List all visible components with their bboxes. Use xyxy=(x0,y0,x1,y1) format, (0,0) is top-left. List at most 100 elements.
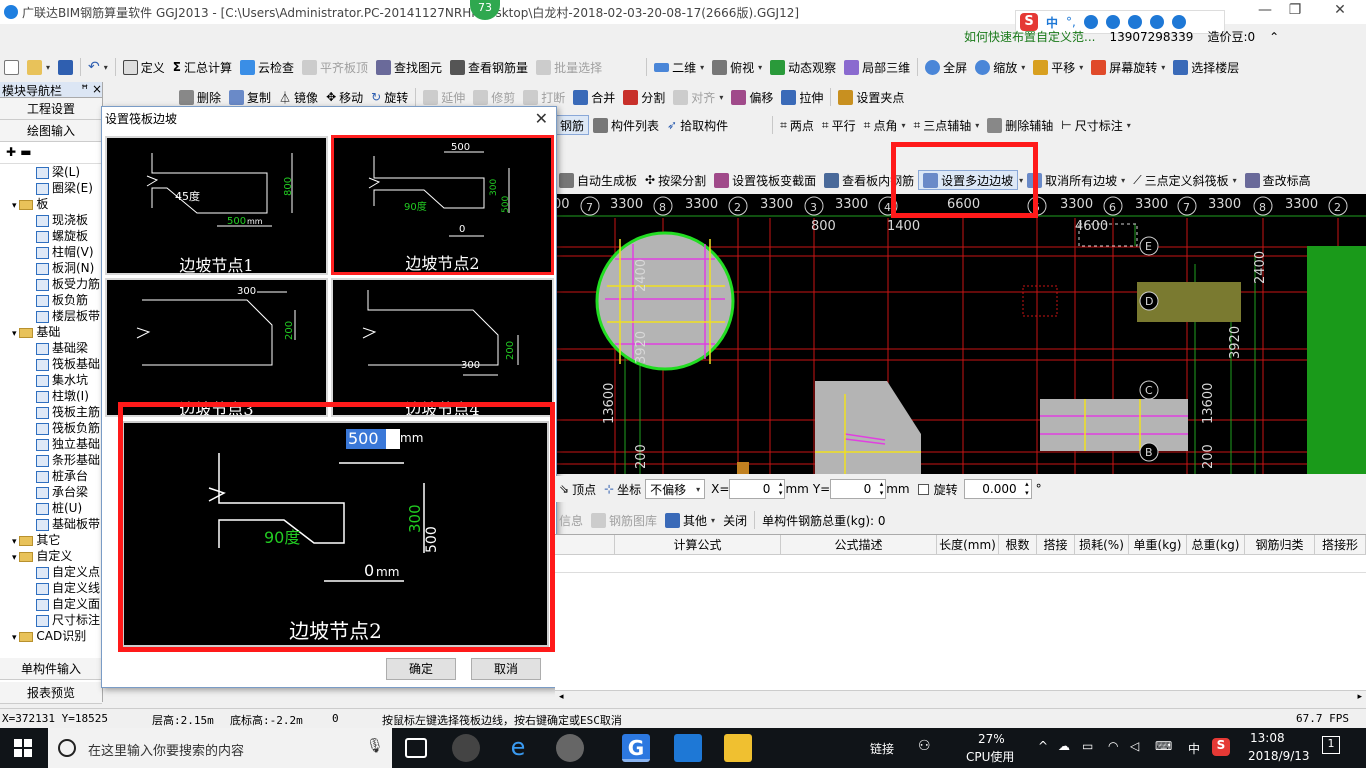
glodon-icon[interactable]: G xyxy=(622,734,650,762)
change-elevation-button[interactable]: 查改标高 xyxy=(1241,170,1315,190)
other-button[interactable]: 其他 ▾ xyxy=(661,510,719,530)
break-button[interactable]: 打断 xyxy=(519,87,569,107)
language-indicator[interactable]: 中 xyxy=(1188,740,1200,757)
project-settings-button[interactable]: 工程设置 xyxy=(0,98,102,120)
2d-button[interactable]: 二维 ▾ xyxy=(650,57,708,77)
coord-button[interactable]: ⊹ 坐标 xyxy=(600,479,645,499)
local-3d-button[interactable]: 局部三维 xyxy=(840,57,914,77)
rotate-button[interactable]: ↻ 旋转 xyxy=(367,87,412,107)
parallel-button[interactable]: ⌗ 平行 xyxy=(818,115,860,135)
dialog-close-button[interactable]: ✕ xyxy=(535,109,548,128)
delete-axis-button[interactable]: 删除辅轴 xyxy=(983,115,1057,135)
mic-icon[interactable] xyxy=(1105,15,1120,29)
expand-icon[interactable]: ▾ xyxy=(12,553,19,563)
expand-icon[interactable]: ▾ xyxy=(12,329,19,339)
restore-button[interactable]: ❐ xyxy=(1280,2,1310,22)
mic-icon[interactable]: 🎙 xyxy=(366,738,384,754)
mirror-button[interactable]: ⏃ 镜像 xyxy=(275,87,322,107)
tree-folder[interactable]: ▾ CAD识别 xyxy=(0,628,102,644)
table-header[interactable]: 根数 xyxy=(999,535,1037,555)
tree-item[interactable]: 圈梁(E) xyxy=(0,180,102,196)
link-label[interactable]: 链接 xyxy=(870,740,894,757)
network-icon[interactable]: ▭ xyxy=(1082,739,1093,753)
rotate-screen-button[interactable]: 屏幕旋转 ▾ xyxy=(1087,57,1169,77)
tree-item[interactable]: 筏板主筋 xyxy=(0,404,102,420)
tools-icon[interactable] xyxy=(1171,15,1186,29)
tree-item[interactable]: 板负筋 xyxy=(0,292,102,308)
zoom-button[interactable]: 缩放 ▾ xyxy=(971,57,1029,77)
clock-time[interactable]: 13:08 xyxy=(1250,731,1285,745)
cancel-button[interactable]: 取消 xyxy=(471,658,541,680)
tree-item[interactable]: 筏板负筋 xyxy=(0,420,102,436)
rebar-library-button[interactable]: 钢筋图库 xyxy=(587,510,661,530)
fan-app-icon[interactable] xyxy=(452,734,480,762)
sum-calc-button[interactable]: Σ 汇总计算 xyxy=(169,57,236,77)
tree-item[interactable]: 柱墩(I) xyxy=(0,388,102,404)
tree-item[interactable]: 集水坑 xyxy=(0,372,102,388)
table-header[interactable]: 计算公式 xyxy=(615,535,781,555)
table-header[interactable]: 公式描述 xyxy=(781,535,937,555)
notes-app-icon[interactable] xyxy=(724,734,752,762)
tree-item[interactable]: 螺旋板 xyxy=(0,228,102,244)
component-list-button[interactable]: 构件列表 xyxy=(589,115,663,135)
set-grip-button[interactable]: 设置夹点 xyxy=(834,87,908,107)
people-icon[interactable]: ⚇ xyxy=(918,738,931,754)
auto-generate-slab-button[interactable]: 自动生成板 xyxy=(555,170,641,190)
level-slab-button[interactable]: 平齐板顶 xyxy=(298,57,372,77)
horizontal-scrollbar[interactable]: ◂ ▸ xyxy=(555,690,1366,706)
slope-node-4[interactable]: 300 200 边坡节点4 xyxy=(331,278,554,417)
merge-button[interactable]: 合并 xyxy=(569,87,619,107)
slope-node-1[interactable]: 45度 500 mm 800 边坡节点1 xyxy=(105,136,328,275)
wifi-icon[interactable]: ◠ xyxy=(1108,739,1118,753)
open-file-button[interactable]: ▾ xyxy=(23,57,54,77)
dynamic-view-button[interactable]: 动态观察 xyxy=(766,57,840,77)
delete-button[interactable]: 删除 xyxy=(175,87,225,107)
tree-folder[interactable]: ▾ 其它 xyxy=(0,532,102,548)
vertex-button[interactable]: ⇘ 顶点 xyxy=(555,479,600,499)
set-section-button[interactable]: 设置筏板变截面 xyxy=(710,170,820,190)
notification-center-icon[interactable]: 1 xyxy=(1322,736,1340,754)
tree-item[interactable]: 梁(L) xyxy=(0,164,102,180)
undo-button[interactable]: ↶ ▾ xyxy=(84,57,112,77)
table-header[interactable]: 钢筋归类 xyxy=(1245,535,1315,555)
y-input[interactable]: 0 xyxy=(830,479,887,499)
new-file-button[interactable] xyxy=(0,57,23,77)
scroll-left-icon[interactable]: ◂ xyxy=(559,692,564,702)
tree-folder[interactable]: ▾ 自定义 xyxy=(0,548,102,564)
rebar-tab[interactable]: 钢筋 xyxy=(555,115,590,135)
rotate-input[interactable]: 0.000 xyxy=(963,479,1032,499)
point-angle-button[interactable]: ⌗ 点角 ▾ xyxy=(860,115,910,135)
define-button[interactable]: 定义 xyxy=(119,57,169,77)
close-button[interactable]: ✕ xyxy=(1325,2,1355,22)
ggj-app-icon[interactable] xyxy=(674,734,702,762)
expand-collapse-icons[interactable]: ✚ ▬ xyxy=(0,142,102,164)
split-button[interactable]: 分割 xyxy=(619,87,669,107)
points-label[interactable]: 造价豆:0 xyxy=(1207,28,1255,45)
top-value-input[interactable]: 500 xyxy=(346,429,390,449)
stretch-button[interactable]: 拉伸 xyxy=(777,87,827,107)
cad-drawing[interactable]: 00 7 3300 8 3300 2 3300 3 3300 4 6600 5 … xyxy=(555,194,1366,474)
tray-app-icon[interactable] xyxy=(556,734,584,762)
tree-item[interactable]: 尺寸标注 xyxy=(0,612,102,628)
pick-component-button[interactable]: ➶ 拾取构件 xyxy=(663,115,732,135)
move-button[interactable]: ✥ 移动 xyxy=(322,87,367,107)
tree-item[interactable]: 桩承台 xyxy=(0,468,102,484)
tree-item[interactable]: 基础板带 xyxy=(0,516,102,532)
taskbar-search[interactable]: 在这里输入你要搜索的内容 🎙 xyxy=(48,728,392,768)
minimize-button[interactable]: — xyxy=(1250,2,1280,22)
table-header[interactable]: 搭接形 xyxy=(1315,535,1366,555)
skin-icon[interactable] xyxy=(1149,15,1164,29)
two-points-button[interactable]: ⌗ 两点 xyxy=(776,115,818,135)
tree-item[interactable]: 自定义线 xyxy=(0,580,102,596)
three-point-slope-button[interactable]: ⟋ 三点定义斜筏板 ▾ xyxy=(1129,170,1240,190)
tree-item[interactable]: 基础梁 xyxy=(0,340,102,356)
top-view-button[interactable]: 俯视 ▾ xyxy=(708,57,766,77)
ime-punct[interactable]: °, xyxy=(1066,15,1076,29)
save-button[interactable] xyxy=(54,57,77,77)
scroll-right-icon[interactable]: ▸ xyxy=(1357,692,1362,702)
rotate-checkbox[interactable] xyxy=(917,483,929,495)
beam-split-button[interactable]: ✣ 按梁分割 xyxy=(641,170,710,190)
sogou-tray-icon[interactable]: S xyxy=(1212,738,1230,756)
tree-item[interactable]: 桩(U) xyxy=(0,500,102,516)
batch-select-button[interactable]: 批量选择 xyxy=(532,57,606,77)
